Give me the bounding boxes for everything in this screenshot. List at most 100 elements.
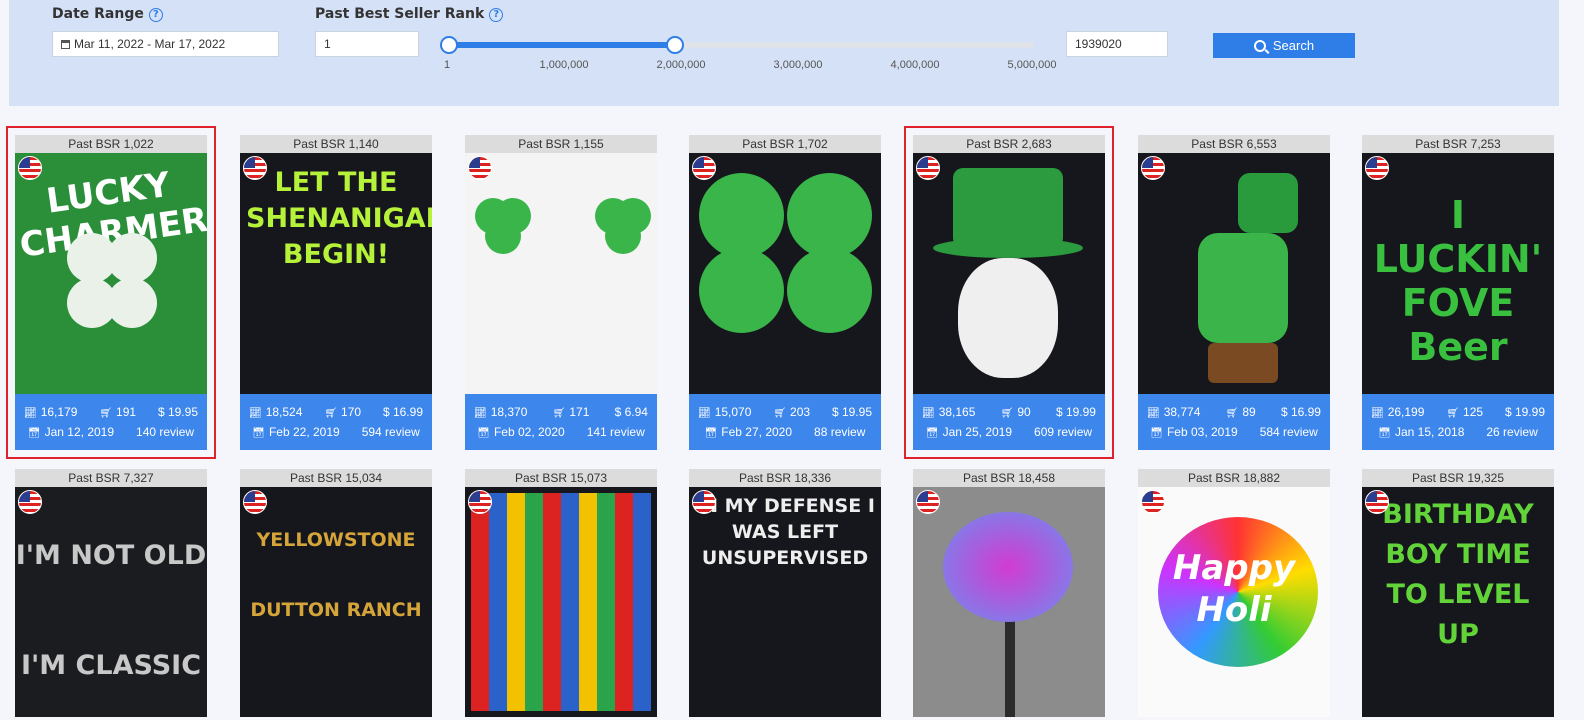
date-range-label: Date Range?	[52, 6, 163, 22]
cart-icon: 🛒︎	[773, 408, 787, 419]
past-bsr-label: Past BSR 1,140	[240, 135, 432, 153]
product-stats: 📈︎ 15,070 🛒︎ 203 $ 19.95 📅︎ Feb 27, 2020 88 rev…	[689, 394, 881, 450]
calendar-icon: 📅︎	[1378, 428, 1391, 439]
chart-icon: 📈︎	[698, 408, 711, 419]
design-text: I'M NOT OLD I'M CLASSIC	[15, 540, 207, 681]
price: $ 19.95	[831, 405, 872, 419]
calendar-icon: 📅︎	[27, 428, 41, 439]
product-card[interactable]: Past BSR 18,458	[913, 469, 1105, 717]
cart-icon: 🛒︎	[99, 408, 113, 419]
cart-icon: 🛒︎	[324, 408, 338, 419]
price: $ 19.99	[1504, 405, 1545, 419]
sales-stat: 🛒︎ 125	[1446, 402, 1483, 422]
product-image[interactable]	[689, 153, 881, 394]
bsr-slider-max-handle[interactable]	[666, 36, 684, 54]
release-date: 📅︎ Feb 02, 2020	[477, 422, 564, 442]
product-card[interactable]: Past BSR 15,073	[465, 469, 657, 717]
past-bsr-label: Past BSR 18,882	[1138, 469, 1330, 487]
help-icon[interactable]: ?	[489, 8, 504, 22]
past-bsr-label: Past BSR 7,253	[1362, 135, 1554, 153]
release-date: 📅︎ Feb 22, 2019	[252, 422, 339, 442]
chart-icon: 📈︎	[1371, 408, 1384, 419]
release-date: 📅︎ Jan 25, 2019	[926, 422, 1012, 442]
trend-stat: 📈︎ 15,070	[698, 402, 751, 422]
date-range-input[interactable]: Mar 11, 2022 - Mar 17, 2022	[52, 31, 279, 57]
product-image[interactable]: YELLOWSTONE DUTTON RANCH	[240, 487, 432, 717]
past-bsr-label: Past BSR 15,034	[240, 469, 432, 487]
product-image[interactable]	[913, 487, 1105, 717]
slider-tick: 5,000,000	[1007, 59, 1057, 71]
past-bsr-label: Past BSR 18,458	[913, 469, 1105, 487]
bsr-slider-min-handle[interactable]	[440, 36, 458, 54]
product-card[interactable]: Past BSR 18,882 Happy Holi	[1138, 469, 1330, 717]
product-card[interactable]: Past BSR 1,022 LUCKY CHARMER 📈︎ 16,179 🛒︎ 191…	[6, 126, 216, 459]
bsr-max-input[interactable]: 1939020	[1066, 31, 1168, 57]
chart-icon: 📈︎	[24, 408, 37, 419]
product-image[interactable]: IN MY DEFENSE I WAS LEFT UNSUPERVISED	[689, 487, 881, 717]
us-flag-icon	[18, 156, 42, 180]
bsr-label: Past Best Seller Rank?	[315, 6, 504, 22]
us-flag-icon	[468, 490, 492, 514]
product-image[interactable]: Happy Holi	[1138, 487, 1330, 717]
product-stats: 📈︎ 38,774 🛒︎ 89 $ 16.99 📅︎ Feb 03, 2019 584 rev…	[1138, 394, 1330, 450]
us-flag-icon	[1141, 490, 1165, 514]
product-card[interactable]: Past BSR 1,140 LET THE SHENANIGANS BEGIN!…	[240, 135, 432, 450]
review-count: 26 review	[1486, 425, 1538, 439]
cart-icon: 🛒︎	[552, 408, 566, 419]
product-image[interactable]	[465, 153, 657, 394]
product-card[interactable]: Past BSR 2,683 📈︎ 38,165 🛒︎ 90 $ 19.99 📅︎ Jan 2…	[904, 126, 1114, 459]
design-text: BIRTHDAY BOY TIME TO LEVEL UP	[1382, 499, 1534, 650]
product-image[interactable]: I'M NOT OLD I'M CLASSIC	[15, 487, 207, 717]
design-text: IN MY DEFENSE I WAS LEFT UNSUPERVISED	[695, 495, 875, 569]
calendar-icon: 📅︎	[704, 428, 718, 439]
slider-tick: 3,000,000	[773, 59, 823, 71]
us-flag-icon	[243, 156, 267, 180]
product-image[interactable]	[1138, 153, 1330, 394]
product-image[interactable]: I LUCKIN' FOVE Beer	[1362, 153, 1554, 394]
price: $ 19.99	[1055, 405, 1096, 419]
product-card[interactable]: Past BSR 1,702 📈︎ 15,070 🛒︎ 203 $ 19.95 📅︎ Feb …	[689, 135, 881, 450]
product-card[interactable]: Past BSR 19,325 BIRTHDAY BOY TIME TO LEVE…	[1362, 469, 1554, 717]
past-bsr-label: Past BSR 6,553	[1138, 135, 1330, 153]
sales-stat: 🛒︎ 90	[1001, 402, 1031, 422]
release-date: 📅︎ Jan 15, 2018	[1378, 422, 1464, 442]
us-flag-icon	[916, 490, 940, 514]
trend-stat: 📈︎ 38,774	[1147, 402, 1200, 422]
product-card[interactable]: Past BSR 6,553 📈︎ 38,774 🛒︎ 89 $ 16.99 📅︎ Feb 0…	[1138, 135, 1330, 450]
product-image[interactable]: LET THE SHENANIGANS BEGIN!	[240, 153, 432, 394]
product-image[interactable]	[913, 153, 1105, 394]
design-text: I LUCKIN' FOVE Beer	[1373, 193, 1543, 369]
product-card[interactable]: Past BSR 7,253 I LUCKIN' FOVE Beer 📈︎ 26,19…	[1362, 135, 1554, 450]
sales-stat: 🛒︎ 170	[324, 402, 361, 422]
sales-stat: 🛒︎ 203	[773, 402, 810, 422]
trend-stat: 📈︎ 16,179	[24, 402, 77, 422]
product-image[interactable]: BIRTHDAY BOY TIME TO LEVEL UP	[1362, 487, 1554, 717]
slider-tick: 4,000,000	[890, 59, 940, 71]
review-count: 594 review	[361, 425, 420, 439]
product-image[interactable]	[465, 487, 657, 717]
chart-icon: 📈︎	[1147, 408, 1160, 419]
price: $ 19.95	[157, 405, 198, 419]
us-flag-icon	[243, 490, 267, 514]
cart-icon: 🛒︎	[1446, 408, 1460, 419]
product-stats: 📈︎ 16,179 🛒︎ 191 $ 19.95 📅︎ Jan 12, 2019 140 re…	[15, 394, 207, 450]
search-button[interactable]: Search	[1213, 33, 1355, 58]
product-card[interactable]: Past BSR 18,336 IN MY DEFENSE I WAS LEFT …	[689, 469, 881, 717]
slider-tick: 2,000,000	[656, 59, 706, 71]
help-icon[interactable]: ?	[148, 8, 163, 22]
slider-tick: 1,000,000	[539, 59, 589, 71]
design-text: Happy Holi	[1172, 548, 1296, 630]
past-bsr-label: Past BSR 1,022	[15, 135, 207, 153]
product-image[interactable]: LUCKY CHARMER	[15, 153, 207, 394]
us-flag-icon	[1365, 490, 1389, 514]
product-card[interactable]: Past BSR 15,034 YELLOWSTONE DUTTON RANCH	[240, 469, 432, 717]
trend-stat: 📈︎ 18,524	[249, 402, 302, 422]
design-text: YELLOWSTONE DUTTON RANCH	[250, 529, 422, 621]
product-card[interactable]: Past BSR 1,155 📈︎ 18,370 🛒︎ 171 $ 6.94 📅︎ Feb 0…	[465, 135, 657, 450]
us-flag-icon	[916, 156, 940, 180]
sales-stat: 🛒︎ 89	[1226, 402, 1256, 422]
bsr-min-input[interactable]: 1	[315, 31, 419, 57]
search-icon	[1253, 39, 1266, 52]
product-card[interactable]: Past BSR 7,327 I'M NOT OLD I'M CLASSIC	[15, 469, 207, 717]
past-bsr-label: Past BSR 19,325	[1362, 469, 1554, 487]
